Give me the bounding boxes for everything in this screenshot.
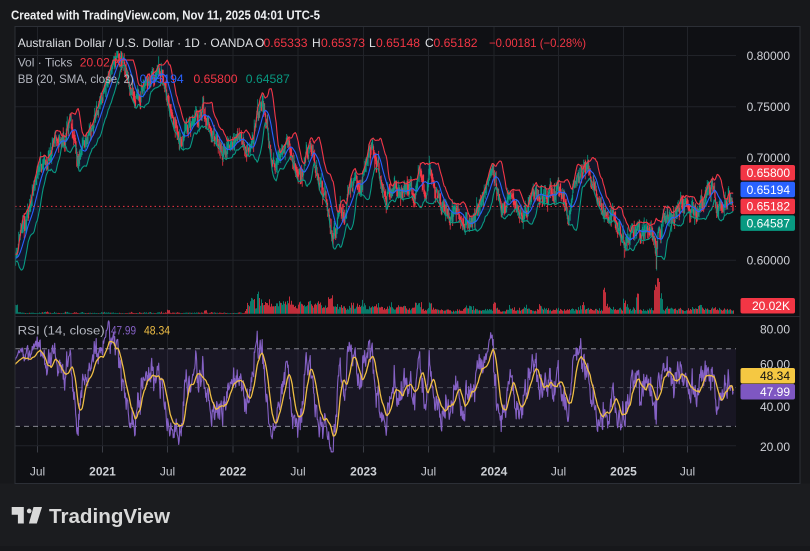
svg-text:47.99: 47.99	[760, 385, 790, 399]
svg-text:Australian Dollar / U.S. Dolla: Australian Dollar / U.S. Dollar · 1D · O…	[18, 36, 253, 50]
svg-text:20.02K: 20.02K	[752, 299, 790, 313]
svg-text:Jul: Jul	[290, 464, 305, 478]
svg-text:0.65194: 0.65194	[140, 72, 184, 86]
svg-text:47.99: 47.99	[111, 323, 136, 337]
svg-text:Jul: Jul	[160, 464, 175, 478]
svg-text:0.75000: 0.75000	[747, 100, 791, 114]
svg-text:0.60000: 0.60000	[747, 254, 791, 268]
svg-text:0.70000: 0.70000	[747, 151, 791, 165]
svg-text:48.34: 48.34	[760, 369, 790, 383]
svg-text:2025: 2025	[610, 464, 637, 478]
svg-text:2022: 2022	[220, 464, 247, 478]
svg-text:48.34: 48.34	[144, 323, 170, 337]
svg-text:RSI (14, close): RSI (14, close)	[18, 323, 105, 337]
svg-text:0.65800: 0.65800	[747, 166, 791, 180]
svg-text:20.02: 20.02	[80, 55, 110, 69]
svg-text:Jul: Jul	[30, 464, 45, 478]
svg-text:2021: 2021	[89, 464, 116, 478]
svg-text:40.00: 40.00	[760, 400, 790, 414]
svg-text:Created with TradingView.com,: Created with TradingView.com, Nov 11, 20…	[11, 8, 320, 22]
svg-text:2024: 2024	[481, 464, 508, 478]
svg-text:L: L	[369, 36, 376, 50]
svg-text:0.65148: 0.65148	[376, 36, 420, 50]
svg-text:TradingView: TradingView	[49, 506, 170, 528]
svg-text:Vol · Ticks: Vol · Ticks	[18, 55, 73, 69]
svg-text:0.65194: 0.65194	[747, 183, 791, 197]
svg-text:−0.00181 (−0.28%): −0.00181 (−0.28%)	[489, 36, 586, 50]
svg-text:0.65182: 0.65182	[434, 36, 478, 50]
svg-text:80.00: 80.00	[760, 323, 790, 337]
svg-text:0.65800: 0.65800	[194, 72, 238, 86]
svg-text:20.00: 20.00	[760, 440, 790, 454]
svg-text:Jul: Jul	[551, 464, 566, 478]
svg-text:2023: 2023	[350, 464, 377, 478]
svg-text:BB (20, SMA, close, 2): BB (20, SMA, close, 2)	[18, 72, 134, 86]
svg-text:0.64587: 0.64587	[246, 72, 290, 86]
svg-text:0.64587: 0.64587	[747, 217, 791, 231]
svg-text:0.65373: 0.65373	[321, 36, 365, 50]
svg-text:K: K	[114, 55, 122, 69]
svg-text:H: H	[312, 36, 321, 50]
svg-text:Jul: Jul	[421, 464, 436, 478]
svg-text:Jul: Jul	[680, 464, 695, 478]
svg-text:0.80000: 0.80000	[747, 49, 791, 63]
svg-text:0.65182: 0.65182	[747, 200, 791, 214]
svg-text:0.65333: 0.65333	[264, 36, 308, 50]
